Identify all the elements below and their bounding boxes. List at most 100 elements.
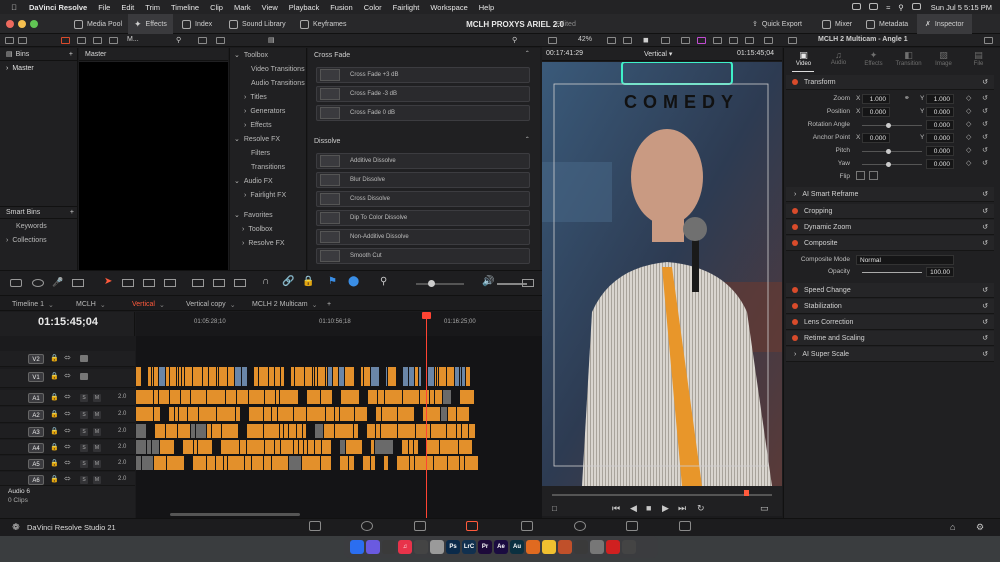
search-icon[interactable]: ⚲ (176, 36, 181, 44)
video-clip[interactable] (462, 367, 465, 386)
track-mute-button[interactable]: M (93, 394, 101, 402)
timeline-scrollbar[interactable] (170, 513, 300, 516)
reset-icon[interactable]: ↺ (982, 107, 988, 115)
menu-file[interactable]: File (98, 3, 110, 12)
track-visibility-icon[interactable] (80, 373, 88, 380)
audio-clip[interactable] (155, 424, 165, 438)
keyframe-icon[interactable]: ◇ (966, 94, 971, 102)
track-mute-button[interactable]: M (93, 460, 101, 468)
audio-clip[interactable] (349, 456, 354, 470)
track-lock-icon[interactable]: 🔒 (50, 427, 59, 435)
audio-clip[interactable] (409, 440, 413, 454)
audio-clip[interactable] (355, 407, 367, 421)
video-clip[interactable] (409, 367, 414, 386)
audio-clip[interactable] (410, 456, 414, 470)
audio-clip[interactable] (457, 407, 469, 421)
audio-clip[interactable] (247, 440, 264, 454)
audio-clip[interactable] (304, 440, 307, 454)
launchpad-icon[interactable] (366, 540, 380, 554)
video-clip[interactable] (242, 367, 247, 386)
video-clip[interactable] (328, 367, 332, 386)
reset-icon[interactable]: ↺ (982, 207, 988, 215)
audio-clip[interactable] (207, 424, 211, 438)
audio-clip[interactable] (335, 407, 339, 421)
menu-trim[interactable]: Trim (145, 3, 160, 12)
track-mute-button[interactable]: M (93, 476, 101, 484)
keyframe-icon[interactable]: ◇ (966, 107, 971, 115)
audio-clip[interactable] (434, 456, 447, 470)
track-auto-select-icon[interactable]: ⬄ (64, 371, 71, 380)
reverse-icon[interactable]: ◀ (630, 503, 637, 514)
video-clip[interactable] (388, 367, 396, 386)
timeline-tab[interactable]: MCLH 2 Multicam ⌄ (252, 298, 318, 311)
video-clip[interactable] (345, 367, 354, 386)
track-auto-select-icon[interactable]: ⬄ (64, 353, 71, 362)
link-icon[interactable]: ⚭ (904, 94, 910, 102)
param-value[interactable]: 0.000 (926, 146, 954, 156)
audio-clip[interactable] (264, 424, 279, 438)
menu-timeline[interactable]: Timeline (171, 3, 199, 12)
track-header-a1[interactable]: A1 🔒 ⬄ S M 2.0 (0, 390, 135, 406)
audio-clip[interactable] (469, 424, 475, 438)
reset-icon[interactable]: ↺ (982, 78, 988, 86)
viewer-options-icon[interactable] (764, 37, 773, 44)
collapse-dissolve-icon[interactable]: ˆ (526, 136, 529, 145)
track-solo-button[interactable]: S (80, 444, 88, 452)
audio-clip[interactable] (159, 390, 169, 404)
blade-tool-icon[interactable] (164, 279, 176, 287)
home-icon[interactable]: ⌂ (950, 522, 955, 532)
viewer-layout-icon[interactable] (548, 37, 557, 44)
track-name-badge[interactable]: A5 (28, 459, 44, 469)
inspector-options-icon[interactable] (984, 37, 993, 44)
transition-item[interactable]: Smooth Cut (316, 248, 530, 264)
transform-enable-dot[interactable] (792, 79, 798, 85)
track-header-a5[interactable]: A5 🔒 ⬄ S M 2.0 (0, 456, 135, 471)
track-lock-icon[interactable]: 🔒 (50, 443, 59, 451)
audio-clip[interactable] (441, 407, 447, 421)
inspector-tab-audio[interactable]: ♫ Audio (821, 50, 856, 66)
track-solo-button[interactable]: S (80, 394, 88, 402)
inspector-tab-effects[interactable]: ✦ Effects (856, 50, 891, 67)
loop-icon[interactable]: ↻ (697, 503, 705, 514)
audio-clip[interactable] (136, 407, 153, 421)
video-clip[interactable] (166, 367, 169, 386)
section-enable-dot[interactable] (792, 224, 798, 230)
audio-clip[interactable] (403, 390, 419, 404)
transition-item[interactable]: Non-Additive Dissolve (316, 229, 530, 245)
audio-clip[interactable] (136, 456, 141, 470)
inspector-section-ai-super-scale[interactable]: › AI Super Scale ↺ (786, 347, 994, 362)
param-slider-track[interactable] (862, 125, 922, 126)
menu-edit[interactable]: Edit (121, 3, 134, 12)
color-page-icon[interactable] (574, 521, 586, 531)
viewer-fullscreen-icon[interactable]: ▭ (760, 503, 769, 514)
audio-clip[interactable] (381, 424, 397, 438)
audio-clip[interactable] (142, 456, 153, 470)
microphone-icon[interactable]: 🎤 (52, 277, 63, 288)
param-slider-handle[interactable] (886, 162, 891, 167)
skip-end-icon[interactable]: ⏭ (678, 503, 686, 514)
wifi-icon[interactable]: ≈ (886, 3, 890, 12)
snapping-icon[interactable]: ∩ (262, 276, 269, 287)
audio-clip[interactable] (435, 390, 442, 404)
menubar-clock[interactable]: Sun Jul 5 5:15 PM (931, 3, 992, 12)
audio-clip[interactable] (154, 407, 160, 421)
fairlight-page-icon[interactable] (626, 521, 638, 531)
audio-clip[interactable] (181, 390, 190, 404)
insert-clip-icon[interactable] (192, 279, 204, 287)
viewer-mode-icon-2[interactable] (623, 37, 632, 44)
video-clip[interactable] (209, 367, 216, 386)
video-clip[interactable] (291, 367, 294, 386)
app-icon[interactable] (542, 540, 556, 554)
video-clip[interactable] (466, 367, 470, 386)
track-lock-icon[interactable]: 🔒 (50, 459, 59, 467)
adobe-app-icon[interactable]: LrC (462, 540, 476, 554)
section-enable-dot[interactable] (792, 287, 798, 293)
inspector-section-lens-correction[interactable]: Lens Correction ↺ (786, 315, 994, 330)
audio-clip[interactable] (169, 407, 174, 421)
inspector-section-stabilization[interactable]: Stabilization ↺ (786, 299, 994, 314)
reset-icon[interactable]: ↺ (982, 302, 988, 310)
audio-clip[interactable] (289, 456, 301, 470)
add-timeline-tab-button[interactable]: + (327, 298, 331, 311)
audio-clip[interactable] (440, 440, 458, 454)
audio-clip[interactable] (302, 456, 320, 470)
